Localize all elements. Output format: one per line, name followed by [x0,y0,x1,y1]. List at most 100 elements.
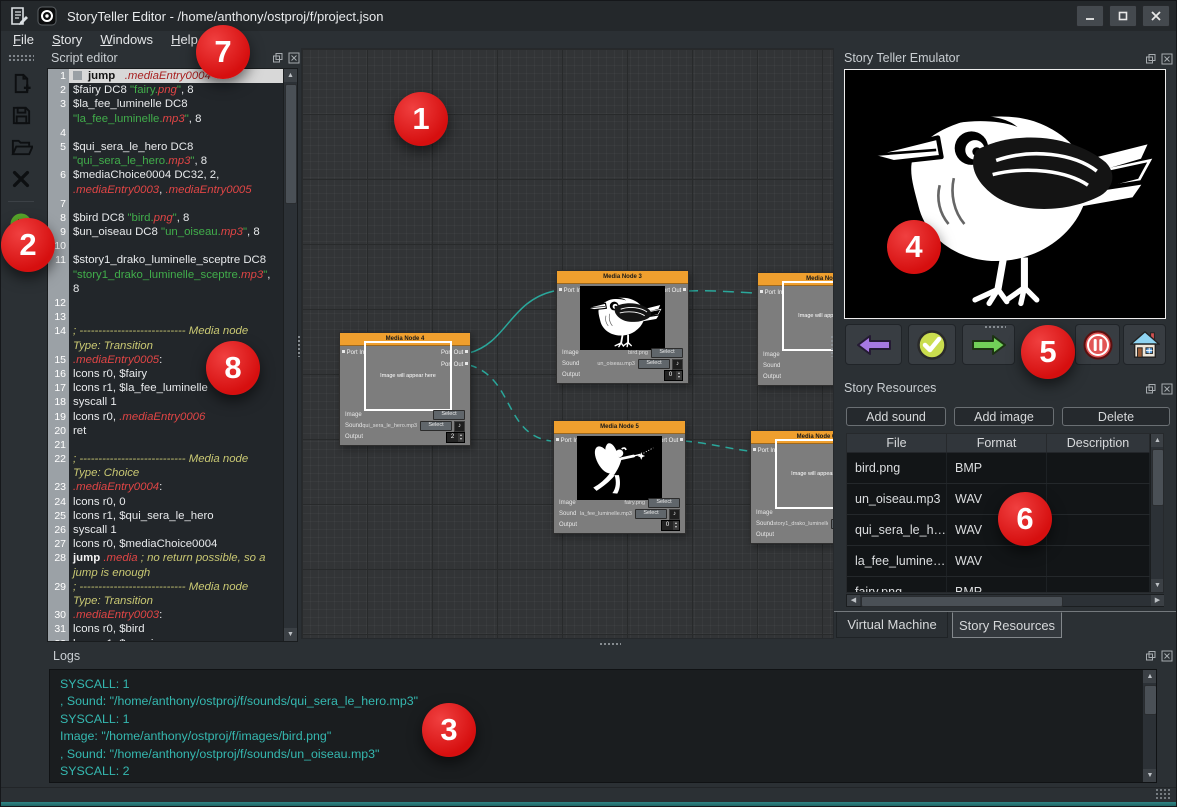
column-header-description[interactable]: Description [1047,434,1150,452]
add-image-button[interactable]: Add image [954,407,1054,426]
editor-line[interactable]: Type: Transition [48,339,284,353]
toolbar-run-button[interactable] [7,210,35,238]
editor-line[interactable]: "la_fee_luminelle.mp3", 8 [48,112,284,126]
toolbar-open-button[interactable] [7,133,35,161]
splitter-emulator-resources[interactable] [984,325,1006,329]
select-image-button[interactable]: Select [651,348,683,358]
editor-line[interactable]: Type: Choice [48,466,284,480]
editor-line[interactable]: 12 [48,296,284,310]
spinner-arrows-icon[interactable]: ▲▼ [673,521,679,530]
editor-line[interactable]: 31lcons r0, $bird [48,622,284,636]
editor-line[interactable]: 1jump .mediaEntry0004 [48,69,284,83]
editor-line[interactable]: 30.mediaEntry0003: [48,608,284,622]
editor-line[interactable]: 15.mediaEntry0005: [48,353,284,367]
media-node-title[interactable]: Media Node 3 [557,271,688,284]
minimize-button[interactable] [1076,5,1104,27]
menu-story[interactable]: Story [52,32,82,47]
home-button[interactable] [1123,324,1166,365]
media-node[interactable]: Media Node Port InPort Out Image will ap… [757,272,834,386]
editor-line[interactable]: 5$qui_sera_le_hero DC8 [48,140,284,154]
editor-line[interactable]: Type: Transition [48,594,284,608]
editor-line[interactable]: 26syscall 1 [48,523,284,537]
output-spinner[interactable]: 2▲▼ [446,432,465,443]
logs-scrollbar[interactable]: ▲ ▼ [1142,670,1157,782]
editor-line[interactable]: 23.mediaEntry0004: [48,480,284,494]
table-hscrollbar[interactable]: ◀ ▶ [846,594,1164,607]
float-icon[interactable] [1145,382,1157,394]
table-row[interactable]: bird.pngBMP [847,453,1163,484]
toolbar-new-script-button[interactable] [7,69,35,97]
editor-line[interactable]: 11$story1_drako_luminelle_sceptre DC8 [48,253,284,267]
tab-story-resources[interactable]: Story Resources [952,612,1062,638]
table-row[interactable]: un_oiseau.mp3WAV [847,484,1163,515]
close-icon[interactable] [1161,382,1173,394]
editor-line[interactable]: 29; ---------------------------- Media n… [48,580,284,594]
script-editor[interactable]: 1jump .mediaEntry00042$fairy DC8 "fairy.… [47,68,298,642]
back-button[interactable] [845,324,902,365]
select-sound-button[interactable]: Select [420,421,452,431]
scroll-right-icon[interactable]: ▶ [1151,595,1164,606]
toolbar-save-button[interactable] [7,101,35,129]
table-row[interactable]: qui_sera_le_h…WAV [847,515,1163,546]
table-row[interactable]: la_fee_lumine…WAV [847,546,1163,577]
editor-line[interactable]: 16lcons r0, $fairy [48,367,284,381]
editor-line[interactable]: 25lcons r1, $qui_sera_le_hero [48,509,284,523]
scroll-up-icon[interactable]: ▲ [1151,434,1164,447]
close-icon[interactable] [1161,52,1173,64]
port-in[interactable]: Port In [753,448,775,455]
spinner-arrows-icon[interactable]: ▲▼ [676,371,682,380]
editor-line[interactable]: 7 [48,197,284,211]
editor-line[interactable]: 20ret [48,424,284,438]
editor-line[interactable]: 27lcons r0, $mediaChoice0004 [48,537,284,551]
editor-line[interactable]: 3$la_fee_luminelle DC8 [48,97,284,111]
column-header-format[interactable]: Format [947,434,1047,452]
splitter-canvas-logs[interactable] [599,642,621,646]
media-node[interactable]: Media Node 5 Port InPort Out Imagefairy.… [553,420,686,534]
close-icon[interactable] [288,51,300,63]
scrollbar-thumb[interactable] [1152,449,1164,506]
editor-line[interactable]: 22; ---------------------------- Media n… [48,452,284,466]
editor-line[interactable]: 14; ---------------------------- Media n… [48,324,284,338]
scroll-left-icon[interactable]: ◀ [847,595,860,606]
editor-line[interactable]: 17lcons r1, $la_fee_luminelle [48,381,284,395]
editor-line[interactable]: 4 [48,126,284,140]
scrollbar-thumb[interactable] [1144,685,1157,715]
maximize-button[interactable] [1109,5,1137,27]
menu-file[interactable]: File [13,32,34,47]
media-node[interactable]: Media Node 4 Port InPort Out Port Out Im… [339,332,471,446]
float-icon[interactable] [1145,649,1157,661]
forward-button[interactable] [962,324,1015,365]
resources-table[interactable]: FileFormatDescription bird.pngBMPun_oise… [846,433,1164,593]
scroll-down-icon[interactable]: ▼ [284,628,297,641]
output-spinner[interactable]: 0▲▼ [661,520,680,531]
ok-button[interactable] [908,324,956,365]
select-image-button[interactable]: Select [648,498,680,508]
delete-button[interactable]: Delete [1062,407,1170,426]
editor-line[interactable]: 2$fairy DC8 "fairy.png", 8 [48,83,284,97]
toolbar-drag-handle[interactable] [8,54,34,61]
editor-line[interactable]: "qui_sera_le_hero.mp3", 8 [48,154,284,168]
media-node[interactable]: Media Node 6 Port InPort Out Image will … [750,430,834,544]
scroll-up-icon[interactable]: ▲ [1143,670,1157,683]
editor-line[interactable]: .mediaEntry0003, .mediaEntry0005 [48,183,284,197]
media-node[interactable]: Media Node 3 Port InPort Out Imagebird.p… [556,270,689,384]
tab-virtual-machine[interactable]: Virtual Machine [836,612,948,638]
logs-output[interactable]: SYSCALL: 1, Sound: "/home/anthony/ostpro… [49,669,1157,783]
menu-help[interactable]: Help [171,32,198,47]
editor-line[interactable]: 9$un_oiseau DC8 "un_oiseau.mp3", 8 [48,225,284,239]
editor-line[interactable]: 19lcons r0, .mediaEntry0006 [48,410,284,424]
port-in[interactable]: Port In [760,290,782,297]
scroll-down-icon[interactable]: ▼ [1151,579,1164,592]
select-image-button[interactable]: Select [433,410,465,420]
port-in[interactable]: Port In [556,438,578,445]
select-sound-button[interactable]: Select [635,509,667,519]
toolbar-close-project-button[interactable] [7,165,35,193]
editor-line[interactable]: 24lcons r0, 0 [48,495,284,509]
float-icon[interactable] [272,51,284,63]
scrollbar-thumb[interactable] [861,596,1063,607]
close-button[interactable] [1142,5,1170,27]
editor-line[interactable]: 28jump .media ; no return possible, so a [48,551,284,565]
media-node-title[interactable]: Media Node 5 [554,421,685,434]
play-sound-icon[interactable]: ♪ [669,509,680,520]
port-in[interactable]: Port In [559,288,581,295]
